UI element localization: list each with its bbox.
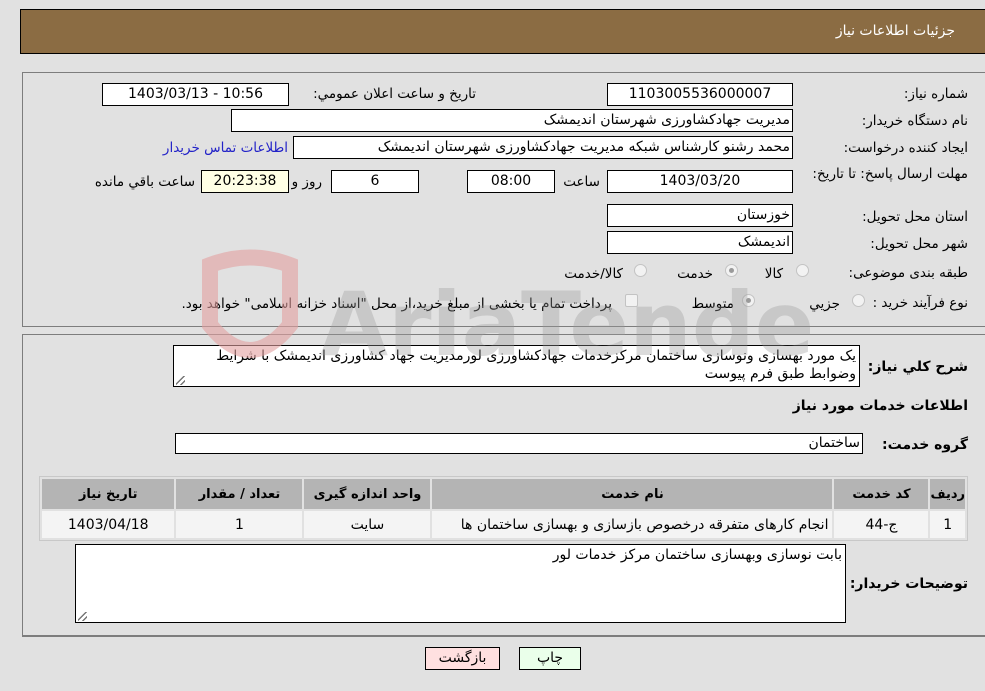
cell-unit: سايت [304, 511, 431, 538]
col-header-quantity: تعداد / مقدار [176, 479, 303, 509]
process-radio-medium[interactable] [742, 294, 755, 307]
city-label: شهر محل تحويل: [870, 236, 968, 252]
cell-service-code: ج-44 [834, 511, 929, 538]
service-group-label: گروه خدمت: [882, 437, 968, 453]
col-header-need-date: تاريخ نياز [42, 479, 175, 509]
need-number-field[interactable]: 1103005536000007 [607, 83, 793, 106]
process-radio-minor[interactable] [852, 294, 865, 307]
resize-grip-icon[interactable] [78, 612, 87, 621]
requester-label: ايجاد کننده درخواست: [843, 140, 968, 156]
time-remaining-label: ساعت باقي مانده [94, 174, 195, 190]
announce-datetime-field[interactable]: 1403/03/13 - 10:56 [102, 83, 289, 106]
requester-field[interactable]: محمد رشنو کارشناس شبکه مديريت جهادکشاورز… [293, 136, 793, 159]
description-label: شرح کلي نياز: [867, 359, 968, 375]
process-label: نوع فرآيند خريد : [872, 295, 968, 311]
print-button[interactable]: چاپ [519, 647, 581, 670]
days-label: روز و [291, 174, 322, 190]
city-field[interactable]: انديمشک [607, 231, 793, 254]
deadline-date-field[interactable]: 1403/03/20 [607, 170, 793, 193]
category-label: طبقه بندی موضوعی: [848, 265, 968, 281]
buyer-org-label: نام دستگاه خريدار: [861, 113, 968, 129]
process-minor-label: جزيي [809, 296, 840, 312]
province-label: استان محل تحويل: [862, 209, 968, 225]
services-table: رديف کد خدمت نام خدمت واحد اندازه گيری ت… [39, 476, 968, 541]
cell-row-number: 1 [930, 511, 965, 538]
description-textarea[interactable]: يک مورد بهسازی ونوسازی ساختمان مرکزخدمات… [173, 345, 860, 387]
category-radio-goods-service[interactable] [634, 264, 647, 277]
need-number-label: شماره نیاز: [903, 86, 968, 102]
col-header-row-number: رديف [930, 479, 965, 509]
category-service-label: خدمت [677, 266, 713, 282]
deadline-time-field[interactable]: 08:00 [467, 170, 555, 193]
buyer-org-field[interactable]: مديريت جهادکشاورزی شهرستان انديمشک [231, 109, 793, 132]
resize-grip-icon[interactable] [176, 376, 185, 385]
col-header-service-name: نام خدمت [432, 479, 833, 509]
cell-need-date: 1403/04/18 [42, 511, 175, 538]
treasury-checkbox-label: پرداخت تمام يا بخشی از مبلغ خريد،از محل … [181, 296, 612, 312]
services-section-title: اطلاعات خدمات مورد نياز [792, 398, 968, 414]
page-header: جزئیات اطلاعات نیاز [20, 9, 985, 54]
buyer-contact-link[interactable]: اطلاعات تماس خريدار [163, 140, 288, 156]
treasury-checkbox[interactable] [625, 294, 638, 307]
category-radio-goods[interactable] [796, 264, 809, 277]
category-goods-label: کالا [764, 266, 783, 282]
time-remaining-field: 20:23:38 [201, 170, 289, 193]
buyer-notes-label: توضيحات خريدار: [849, 576, 968, 592]
category-goods-service-label: کالا/خدمت [564, 266, 623, 282]
cell-service-name: انجام کارهای متفرقه درخصوص بازسازی و بهس… [432, 511, 833, 538]
province-field[interactable]: خوزستان [607, 204, 793, 227]
description-text: يک مورد بهسازی ونوسازی ساختمان مرکزخدمات… [216, 348, 856, 382]
process-medium-label: متوسط [691, 296, 734, 312]
col-header-unit: واحد اندازه گيری [304, 479, 431, 509]
service-group-field[interactable]: ساختمان [175, 433, 863, 454]
buyer-notes-text: بابت نوسازی وبهسازی ساختمان مرکز خدمات ل… [552, 547, 842, 563]
days-remaining-field[interactable]: 6 [331, 170, 419, 193]
announce-datetime-label: تاريخ و ساعت اعلان عمومي: [313, 86, 476, 102]
buyer-notes-textarea[interactable]: بابت نوسازی وبهسازی ساختمان مرکز خدمات ل… [75, 544, 846, 623]
back-button[interactable]: بازگشت [425, 647, 500, 670]
table-row: 1 ج-44 انجام کارهای متفرقه درخصوص بازساز… [42, 511, 965, 538]
category-radio-service[interactable] [725, 264, 738, 277]
deadline-time-label: ساعت [563, 174, 600, 190]
deadline-label: مهلت ارسال پاسخ: تا تاریخ: [812, 166, 968, 182]
col-header-service-code: کد خدمت [834, 479, 929, 509]
cell-quantity: 1 [176, 511, 303, 538]
table-header-row: رديف کد خدمت نام خدمت واحد اندازه گيری ت… [42, 479, 965, 509]
page-title: جزئیات اطلاعات نیاز [835, 23, 955, 39]
